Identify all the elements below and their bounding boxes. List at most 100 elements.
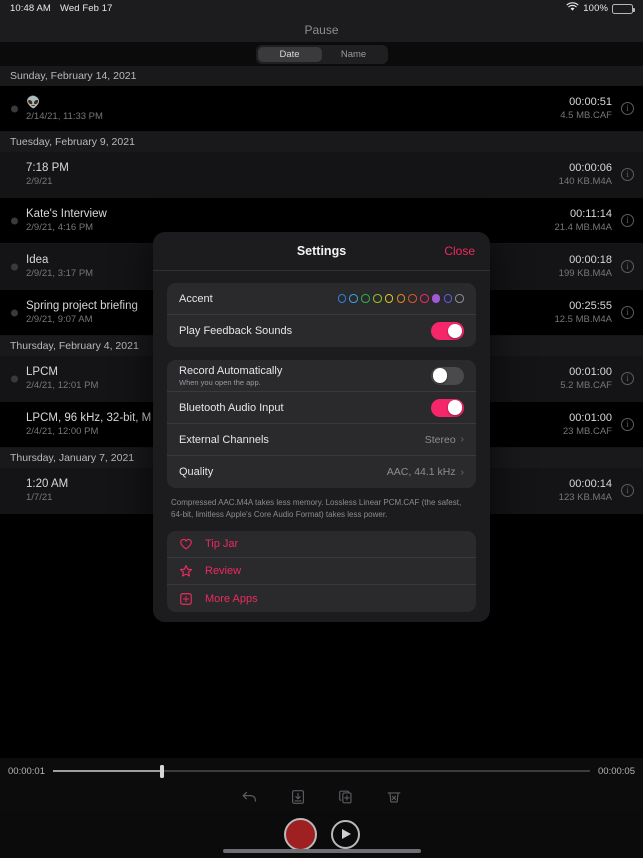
recording-size: 12.5 MB.M4A	[554, 314, 612, 325]
recording-duration: 00:01:00	[569, 366, 612, 378]
accent-swatches[interactable]	[337, 294, 464, 303]
accent-swatch[interactable]	[431, 294, 441, 303]
undo-icon[interactable]	[241, 788, 259, 806]
status-time: 10:48 AM	[10, 3, 51, 14]
chevron-right-icon: ›	[460, 434, 464, 445]
unplayed-dot-icon	[11, 217, 18, 224]
accent-swatch[interactable]	[443, 294, 453, 303]
recording-name: 7:18 PM	[26, 162, 69, 174]
recording-duration: 00:25:55	[569, 300, 612, 312]
recording-date: 2/9/21	[26, 176, 53, 187]
heart-icon	[179, 537, 193, 551]
accent-swatch[interactable]	[396, 294, 406, 303]
info-icon[interactable]: i	[621, 214, 634, 227]
recording-meta: 00:00:06 140 KB.M4A	[559, 162, 612, 187]
bluetooth-audio-input-toggle[interactable]	[431, 398, 464, 417]
status-bar: 10:48 AM Wed Feb 17 100%	[0, 0, 643, 17]
record-automatically-row[interactable]: Record Automatically When you open the a…	[167, 360, 476, 392]
recording-row[interactable]: 7:18 PM 2/9/21 00:00:06 140 KB.M4A i	[0, 152, 643, 198]
recording-meta: 00:00:14 123 KB.M4A	[559, 478, 612, 503]
recording-duration: 00:00:18	[569, 254, 612, 266]
tip-jar-row[interactable]: Tip Jar	[167, 531, 476, 559]
quality-value: AAC, 44.1 kHz	[386, 466, 456, 478]
recording-duration: 00:01:00	[569, 412, 612, 424]
chevron-right-icon: ›	[460, 466, 464, 478]
unplayed-dot-icon	[11, 105, 18, 112]
recording-size: 5.2 MB.CAF	[560, 380, 612, 391]
page-title: Pause	[304, 22, 339, 37]
recording-meta: 00:01:00 5.2 MB.CAF	[560, 366, 612, 391]
recording-date: 2/14/21, 11:33 PM	[26, 111, 103, 122]
info-icon[interactable]: i	[621, 168, 634, 181]
bluetooth-audio-input-label: Bluetooth Audio Input	[179, 401, 284, 414]
info-icon[interactable]: i	[621, 484, 634, 497]
info-icon[interactable]: i	[621, 260, 634, 273]
duplicate-icon[interactable]	[337, 788, 355, 806]
bluetooth-audio-input-row[interactable]: Bluetooth Audio Input	[167, 392, 476, 424]
accent-swatch[interactable]	[420, 294, 429, 303]
accent-row[interactable]: Accent	[167, 283, 476, 315]
play-feedback-sounds-label: Play Feedback Sounds	[179, 325, 293, 337]
recording-size: 21.4 MB.M4A	[554, 222, 612, 233]
external-channels-label: External Channels	[179, 433, 269, 446]
recording-meta: 00:11:14 21.4 MB.M4A	[554, 208, 612, 233]
more-apps-row[interactable]: More Apps	[167, 585, 476, 612]
scrubber-handle[interactable]	[160, 764, 164, 778]
recording-duration: 00:11:14	[569, 208, 612, 220]
play-button[interactable]	[330, 819, 360, 849]
accent-swatch[interactable]	[372, 294, 382, 303]
play-feedback-sounds-row[interactable]: Play Feedback Sounds	[167, 315, 476, 347]
playback-scrubber-bar: 00:00:01 00:00:05	[0, 758, 643, 784]
info-icon[interactable]: i	[621, 418, 634, 431]
settings-group-recording: Record Automatically When you open the a…	[167, 360, 476, 488]
info-icon[interactable]: i	[621, 102, 634, 115]
unplayed-dot-icon	[11, 263, 18, 270]
star-icon	[179, 564, 193, 578]
sort-segmented-control[interactable]: Date Name	[255, 44, 388, 64]
recording-meta: 00:25:55 12.5 MB.M4A	[554, 300, 612, 325]
quality-footer-note: Compressed AAC.M4A takes less memory. Lo…	[171, 498, 462, 519]
settings-group-appearance: Accent Play Feedback Sounds	[167, 283, 476, 347]
info-icon[interactable]: i	[621, 306, 634, 319]
recording-size: 23 MB.CAF	[562, 426, 612, 437]
quality-row[interactable]: Quality AAC, 44.1 kHz ›	[167, 456, 476, 488]
record-automatically-label: Record Automatically	[179, 364, 283, 377]
play-feedback-sounds-toggle[interactable]	[431, 322, 464, 340]
elapsed-time: 00:00:01	[8, 765, 45, 777]
wifi-icon	[566, 2, 579, 15]
recording-main: 👽 2/14/21, 11:33 PM	[26, 95, 560, 122]
status-bar-left: 10:48 AM Wed Feb 17	[10, 3, 113, 14]
external-channels-value: Stereo	[424, 433, 456, 446]
sort-tab-date[interactable]: Date	[257, 46, 322, 62]
save-download-icon[interactable]	[289, 788, 307, 806]
accent-swatch[interactable]	[337, 294, 347, 303]
accent-label: Accent	[179, 292, 213, 305]
accent-swatch[interactable]	[455, 294, 464, 303]
record-button[interactable]	[283, 817, 317, 851]
external-channels-row[interactable]: External Channels Stereo ›	[167, 424, 476, 456]
close-button[interactable]: Close	[444, 244, 475, 258]
settings-title: Settings	[296, 244, 347, 258]
status-bar-right: 100%	[566, 2, 635, 15]
app-screen: 10:48 AM Wed Feb 17 100% Pause Date Name…	[0, 0, 643, 858]
record-automatically-toggle[interactable]	[431, 366, 464, 385]
battery-percent: 100%	[583, 3, 608, 14]
recording-main: 7:18 PM 2/9/21	[26, 162, 559, 187]
info-icon[interactable]: i	[621, 372, 634, 385]
trash-delete-icon[interactable]	[385, 788, 403, 806]
recording-duration: 00:00:06	[569, 162, 612, 174]
review-row[interactable]: Review	[167, 558, 476, 586]
list-section-header: Sunday, February 14, 2021	[0, 66, 643, 86]
accent-swatch[interactable]	[408, 294, 417, 303]
tip-jar-label: Tip Jar	[205, 538, 239, 551]
total-time: 00:00:05	[598, 765, 635, 777]
accent-swatch[interactable]	[384, 294, 394, 303]
recording-name: Kate's Interview	[26, 208, 107, 220]
scrubber-slider[interactable]	[52, 763, 591, 779]
accent-swatch[interactable]	[349, 294, 358, 303]
accent-swatch[interactable]	[361, 294, 370, 303]
list-section-header: Tuesday, February 9, 2021	[0, 132, 643, 152]
recording-row[interactable]: 👽 2/14/21, 11:33 PM 00:00:51 4.5 MB.CAF i	[0, 86, 643, 132]
unplayed-dot-icon	[11, 375, 18, 382]
sort-tab-name[interactable]: Name	[322, 47, 386, 62]
